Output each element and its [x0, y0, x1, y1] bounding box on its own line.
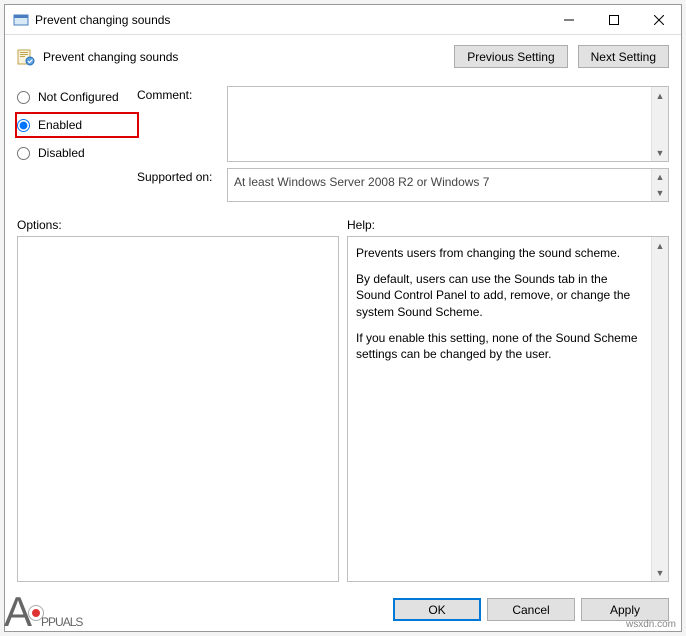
- apply-button[interactable]: Apply: [581, 598, 669, 621]
- previous-setting-button[interactable]: Previous Setting: [454, 45, 567, 68]
- setting-header: Prevent changing sounds Previous Setting…: [17, 45, 669, 68]
- titlebar: Prevent changing sounds: [5, 5, 681, 35]
- source-watermark: wsxdn.com: [626, 619, 676, 630]
- help-content: Prevents users from changing the sound s…: [348, 237, 668, 380]
- state-radios: Not Configured Enabled Disabled: [17, 86, 137, 162]
- window-icon: [13, 12, 29, 28]
- supported-label: Supported on:: [137, 168, 227, 202]
- radio-enabled-input[interactable]: [17, 119, 30, 132]
- nav-buttons: Previous Setting Next Setting: [454, 45, 669, 68]
- dialog-body: Prevent changing sounds Previous Setting…: [5, 35, 681, 590]
- help-p1: Prevents users from changing the sound s…: [356, 245, 644, 261]
- supported-scrollbar[interactable]: ▲ ▼: [651, 169, 668, 201]
- next-setting-button[interactable]: Next Setting: [578, 45, 669, 68]
- policy-editor-window: Prevent changing sounds Prevent changing…: [4, 4, 682, 632]
- radio-disabled-label: Disabled: [38, 146, 85, 160]
- radio-enabled-label: Enabled: [38, 118, 82, 132]
- maximize-button[interactable]: [591, 5, 636, 34]
- comment-label: Comment:: [137, 86, 227, 162]
- options-label: Options:: [17, 218, 339, 232]
- maximize-icon: [609, 15, 619, 25]
- lower-panels: Options: Help: Prevents users from chang…: [17, 218, 669, 582]
- close-icon: [654, 15, 664, 25]
- scroll-down-icon: ▼: [652, 185, 668, 201]
- help-box[interactable]: Prevents users from changing the sound s…: [347, 236, 669, 582]
- supported-value: At least Windows Server 2008 R2 or Windo…: [234, 175, 489, 189]
- options-panel: Options:: [17, 218, 339, 582]
- window-title: Prevent changing sounds: [35, 13, 546, 27]
- radio-disabled-input[interactable]: [17, 147, 30, 160]
- options-box[interactable]: [17, 236, 339, 582]
- help-panel: Help: Prevents users from changing the s…: [347, 218, 669, 582]
- minimize-icon: [564, 15, 574, 25]
- radio-not-configured-label: Not Configured: [38, 90, 119, 104]
- scroll-down-icon: ▼: [652, 144, 668, 161]
- supported-row: Supported on: At least Windows Server 20…: [17, 168, 669, 202]
- radio-enabled[interactable]: Enabled: [17, 116, 135, 134]
- policy-icon: [17, 48, 35, 66]
- cancel-button[interactable]: Cancel: [487, 598, 575, 621]
- comment-field[interactable]: ▲ ▼: [227, 86, 669, 162]
- highlight-box: Enabled: [15, 112, 139, 138]
- help-p2: By default, users can use the Sounds tab…: [356, 271, 644, 320]
- scroll-down-icon: ▼: [652, 564, 668, 581]
- radio-not-configured[interactable]: Not Configured: [17, 88, 137, 106]
- close-button[interactable]: [636, 5, 681, 34]
- scroll-up-icon: ▲: [652, 169, 668, 185]
- supported-field: At least Windows Server 2008 R2 or Windo…: [227, 168, 669, 202]
- help-scrollbar[interactable]: ▲ ▼: [651, 237, 668, 581]
- radio-disabled[interactable]: Disabled: [17, 144, 137, 162]
- comment-scrollbar[interactable]: ▲ ▼: [651, 87, 668, 161]
- radio-not-configured-input[interactable]: [17, 91, 30, 104]
- help-label: Help:: [347, 218, 669, 232]
- dialog-footer: OK Cancel Apply: [5, 590, 681, 631]
- minimize-button[interactable]: [546, 5, 591, 34]
- ok-button[interactable]: OK: [393, 598, 481, 621]
- scroll-up-icon: ▲: [652, 87, 668, 104]
- scroll-up-icon: ▲: [652, 237, 668, 254]
- setting-name: Prevent changing sounds: [43, 50, 454, 64]
- help-p3: If you enable this setting, none of the …: [356, 330, 644, 362]
- config-row: Not Configured Enabled Disabled Comment:: [17, 86, 669, 162]
